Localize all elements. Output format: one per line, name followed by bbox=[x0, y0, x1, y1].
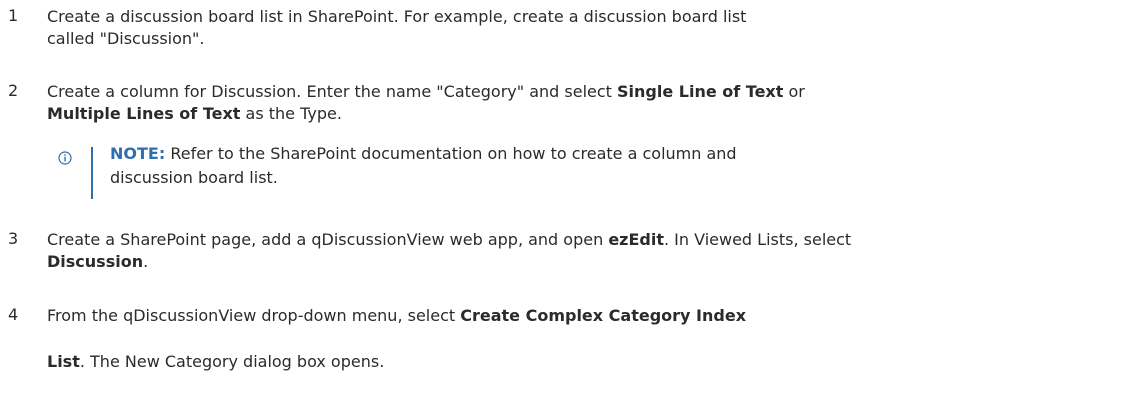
text-run: or bbox=[783, 82, 805, 101]
note-label: NOTE: bbox=[110, 144, 166, 163]
bold-term: Multiple Lines of Text bbox=[47, 104, 241, 123]
info-icon bbox=[58, 151, 72, 165]
note-line: discussion board list. bbox=[110, 168, 278, 187]
text-run: . bbox=[143, 252, 149, 271]
text-run: . In Viewed Lists, select bbox=[664, 230, 852, 249]
text-run: . The New Category dialog box opens. bbox=[79, 352, 385, 371]
step-text: Create a column for Discussion. Enter th… bbox=[47, 81, 805, 125]
step-number: 2 bbox=[8, 81, 19, 100]
step-text-line: called "Discussion". bbox=[47, 29, 205, 48]
text-run: Create a column for Discussion. Enter th… bbox=[47, 82, 618, 101]
step-text-line: List. The New Category dialog box opens. bbox=[47, 351, 746, 373]
bold-term: Create Complex Category Index bbox=[460, 306, 747, 325]
text-run: as the Type. bbox=[240, 104, 342, 123]
step-text-line: Create a SharePoint page, add a qDiscuss… bbox=[47, 229, 851, 251]
step-number: 1 bbox=[8, 6, 19, 25]
text-run: Create a SharePoint page, add a qDiscuss… bbox=[47, 230, 609, 249]
note-text: NOTE: Refer to the SharePoint documentat… bbox=[110, 142, 737, 190]
step-text-line: Create a column for Discussion. Enter th… bbox=[47, 81, 805, 103]
document-page: 1 Create a discussion board list in Shar… bbox=[0, 0, 1126, 401]
text-run: From the qDiscussionView drop-down menu,… bbox=[47, 306, 461, 325]
step-text-line: Discussion. bbox=[47, 251, 851, 273]
step-text: Create a discussion board list in ShareP… bbox=[47, 6, 746, 50]
step-text: Create a SharePoint page, add a qDiscuss… bbox=[47, 229, 851, 273]
bold-term: Single Line of Text bbox=[617, 82, 784, 101]
step-text: From the qDiscussionView drop-down menu,… bbox=[47, 305, 746, 373]
note-callout: NOTE: Refer to the SharePoint documentat… bbox=[58, 142, 858, 200]
step-text-line: Multiple Lines of Text as the Type. bbox=[47, 103, 805, 125]
note-line: NOTE: Refer to the SharePoint documentat… bbox=[110, 142, 737, 166]
bold-term: Discussion bbox=[47, 252, 144, 271]
note-divider bbox=[91, 147, 93, 199]
step-text-line: Create a discussion board list in ShareP… bbox=[47, 7, 747, 26]
bold-term: ezEdit bbox=[608, 230, 664, 249]
step-number: 3 bbox=[8, 229, 19, 248]
step-number: 4 bbox=[8, 305, 19, 324]
text-run: Refer to the SharePoint documentation on… bbox=[165, 144, 737, 163]
bold-term: List bbox=[47, 352, 80, 371]
step-text-line: From the qDiscussionView drop-down menu,… bbox=[47, 305, 746, 327]
